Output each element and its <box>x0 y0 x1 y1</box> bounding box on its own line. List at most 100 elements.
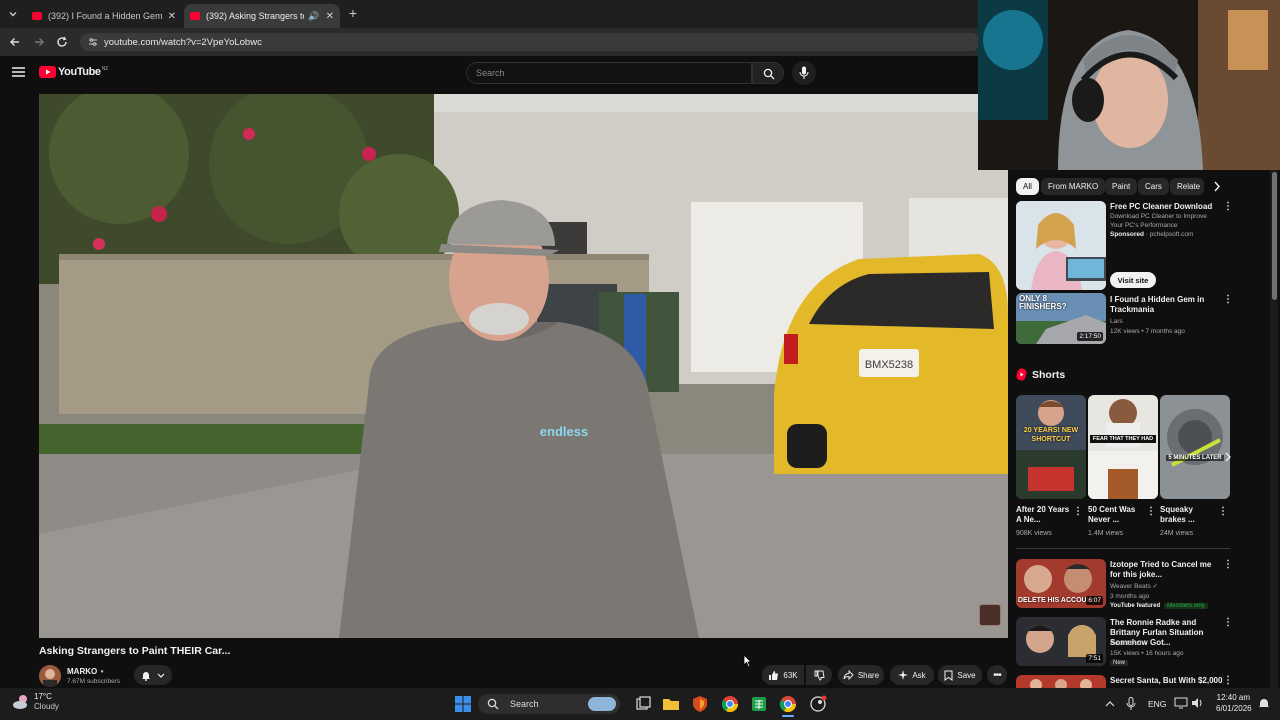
short-thumbnail[interactable]: 5 MINUTES LATER <box>1160 395 1230 499</box>
like-count: 63K <box>783 670 798 680</box>
visit-site-button[interactable]: Visit site <box>1110 272 1156 288</box>
short-thumbnail-image <box>1160 395 1230 499</box>
chip-cars[interactable]: Cars <box>1138 178 1169 195</box>
spreadsheet-app-icon[interactable] <box>750 695 768 713</box>
close-tab-icon[interactable]: ✕ <box>326 11 334 22</box>
start-button[interactable] <box>455 696 471 712</box>
rec-menu-button[interactable]: ⋮ <box>1223 559 1233 570</box>
chips-next-button[interactable] <box>1208 178 1226 195</box>
sidebar-scrollbar[interactable] <box>1270 170 1278 688</box>
rec-channel[interactable]: Rock Feed ✓ <box>1110 639 1149 648</box>
search-button[interactable] <box>752 62 784 84</box>
rec-title[interactable]: Secret Santa, But With $2,000 <box>1110 676 1222 686</box>
short-title[interactable]: After 20 Years A Ne... <box>1016 505 1076 525</box>
shorts-next-button[interactable] <box>1222 450 1234 464</box>
rec-menu-button[interactable]: ⋮ <box>1223 294 1233 305</box>
volume-icon[interactable] <box>1191 697 1203 709</box>
short-menu-button[interactable]: ⋮ <box>1218 506 1228 517</box>
search-icon <box>763 68 775 80</box>
like-button[interactable]: 63K <box>762 665 804 685</box>
notifications-icon[interactable] <box>1258 697 1270 709</box>
share-button[interactable]: Share <box>838 665 884 685</box>
scrollbar-thumb[interactable] <box>1272 172 1277 300</box>
rec-title[interactable]: I Found a Hidden Gem in Trackmania <box>1110 295 1220 315</box>
ask-label: Ask <box>912 670 926 680</box>
show-hidden-icons-button[interactable] <box>1104 698 1116 710</box>
short-thumbnail[interactable]: FEAR THAT THEY HAD <box>1088 395 1158 499</box>
new-tab-button[interactable]: + <box>346 6 360 20</box>
logo-text: YouTube <box>58 66 101 78</box>
url-field[interactable]: youtube.com/watch?v=2VpeYoLobwc <box>80 33 980 51</box>
youtube-logo[interactable]: YouTube NZ <box>39 66 108 78</box>
ad-title[interactable]: Free PC Cleaner Download <box>1110 202 1220 212</box>
forward-button[interactable] <box>32 35 46 49</box>
rec-thumbnail[interactable] <box>1016 675 1106 688</box>
video-title: Asking Strangers to Paint THEIR Car... <box>39 645 231 657</box>
close-tab-icon[interactable]: ✕ <box>168 11 176 22</box>
weather-temperature: 17°C <box>34 692 52 701</box>
search-icon <box>487 698 499 710</box>
search-input[interactable]: Search <box>466 62 752 84</box>
taskbar-search-box[interactable]: Search <box>478 694 620 714</box>
chrome-icon[interactable] <box>721 695 739 713</box>
ad-thumbnail[interactable] <box>1016 201 1106 290</box>
task-view-icon[interactable] <box>634 695 652 713</box>
short-menu-button[interactable]: ⋮ <box>1146 506 1156 517</box>
short-menu-button[interactable]: ⋮ <box>1073 506 1083 517</box>
language-indicator[interactable]: ENG <box>1148 699 1166 709</box>
site-info-icon[interactable] <box>88 37 98 47</box>
tab-asking-strangers[interactable]: (392) Asking Strangers to P 🔊 ✕ <box>184 4 340 28</box>
short-title[interactable]: Squeaky brakes ... <box>1160 505 1220 525</box>
shield-app-icon[interactable] <box>691 695 709 713</box>
tab-list-button[interactable] <box>6 7 20 21</box>
more-actions-button[interactable]: ••• <box>987 665 1007 685</box>
rec-thumbnail[interactable]: 7:51 <box>1016 617 1106 666</box>
rec-channel[interactable]: Weaver Beats ✓ <box>1110 582 1158 591</box>
channel-name[interactable]: MARKO ● <box>67 667 104 676</box>
sparkle-icon <box>898 670 909 680</box>
verified-check-icon: ✓ <box>1143 640 1149 647</box>
steam-icon[interactable] <box>809 695 827 713</box>
clock[interactable]: 12:40 am 6/01/2026 <box>1216 692 1252 714</box>
menu-button[interactable] <box>12 66 25 78</box>
chevron-down-icon <box>157 673 164 678</box>
channel-watermark[interactable] <box>979 604 1001 626</box>
tab-hidden-gem[interactable]: (392) I Found a Hidden Gem in ✕ <box>26 4 182 28</box>
chip-from-marko[interactable]: From MARKO <box>1041 178 1106 195</box>
short-thumbnail[interactable]: 20 YEARS! NEW SHORTCUT <box>1016 395 1086 499</box>
chrome-active-icon[interactable] <box>779 695 797 713</box>
back-button[interactable] <box>8 35 22 49</box>
short-views: 908K views <box>1016 530 1052 537</box>
voice-search-button[interactable] <box>792 61 816 85</box>
rec-menu-button[interactable]: ⋮ <box>1223 617 1233 628</box>
avatar-image <box>39 665 61 687</box>
dislike-button[interactable] <box>806 665 832 685</box>
short-thumbnail-image <box>1016 395 1086 499</box>
file-explorer-icon[interactable] <box>662 695 680 713</box>
rec-thumbnail[interactable]: ONLY 8 FINISHERS? 2:17:50 <box>1016 293 1106 344</box>
weather-widget[interactable]: 17°C Cloudy <box>12 692 59 712</box>
short-title[interactable]: 50 Cent Was Never ... <box>1088 505 1148 525</box>
notification-bell-button[interactable] <box>134 665 172 685</box>
ask-button[interactable]: Ask <box>890 665 934 685</box>
chip-paint[interactable]: Paint <box>1105 178 1138 195</box>
save-button[interactable]: Save <box>938 665 982 685</box>
save-label: Save <box>957 670 976 680</box>
rec-channel[interactable]: Lars <box>1110 317 1123 326</box>
ad-thumbnail-image <box>1016 201 1106 290</box>
microphone-tray-icon[interactable] <box>1126 697 1136 711</box>
chip-related[interactable]: Relate <box>1170 178 1204 195</box>
channel-avatar[interactable] <box>39 665 61 687</box>
network-icon[interactable] <box>1174 697 1188 709</box>
channel-name-text: Rock Feed <box>1110 640 1142 647</box>
reload-button[interactable] <box>55 35 69 49</box>
ad-menu-button[interactable]: ⋮ <box>1223 201 1233 212</box>
chip-all[interactable]: All <box>1016 178 1039 195</box>
chevron-up-icon <box>1105 701 1115 707</box>
rec-title[interactable]: Izotope Tried to Cancel me for this joke… <box>1110 560 1220 580</box>
speaker-icon[interactable]: 🔊 <box>308 11 319 22</box>
video-player[interactable]: BMX5238 endless <box>39 94 1008 638</box>
rec-thumbnail[interactable]: DELETE HIS ACCOUNT 6:07 <box>1016 559 1106 608</box>
rec-menu-button[interactable]: ⋮ <box>1223 675 1233 686</box>
shorts-heading: Shorts <box>1032 368 1066 381</box>
